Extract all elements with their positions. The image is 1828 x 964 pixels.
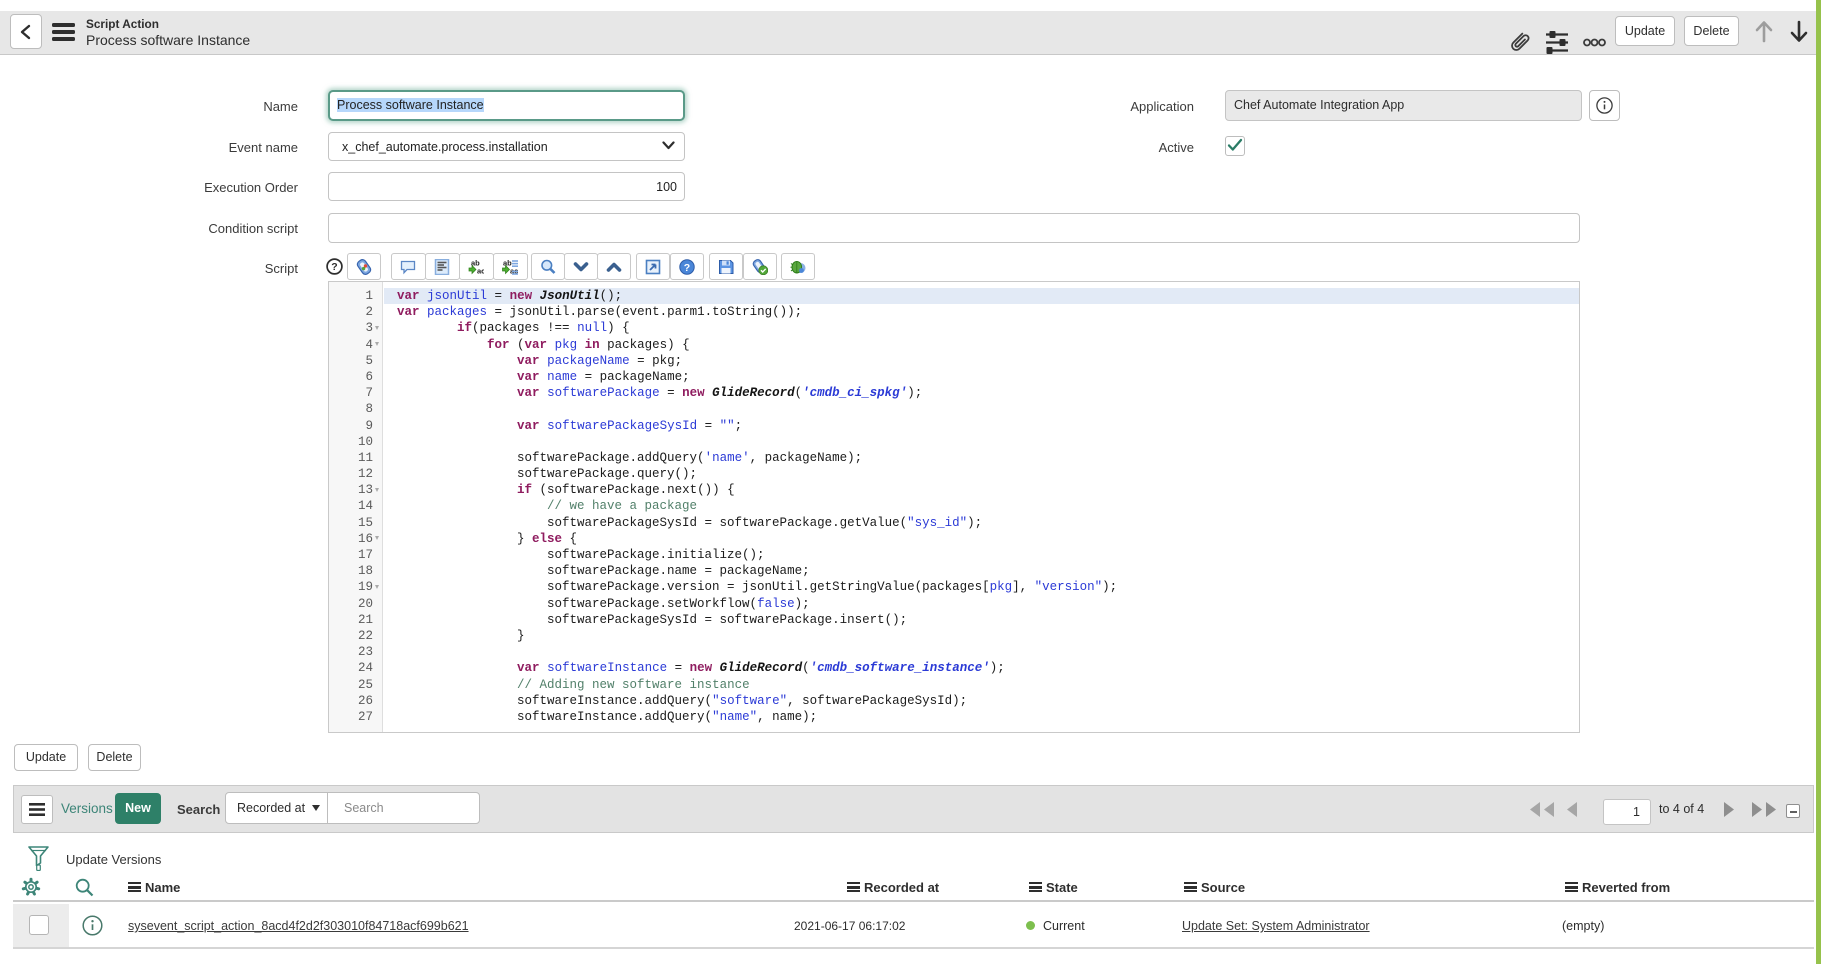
svg-text:ac: ac [477,267,484,276]
svg-text:?: ? [684,262,690,274]
svg-text:?: ? [331,261,337,273]
